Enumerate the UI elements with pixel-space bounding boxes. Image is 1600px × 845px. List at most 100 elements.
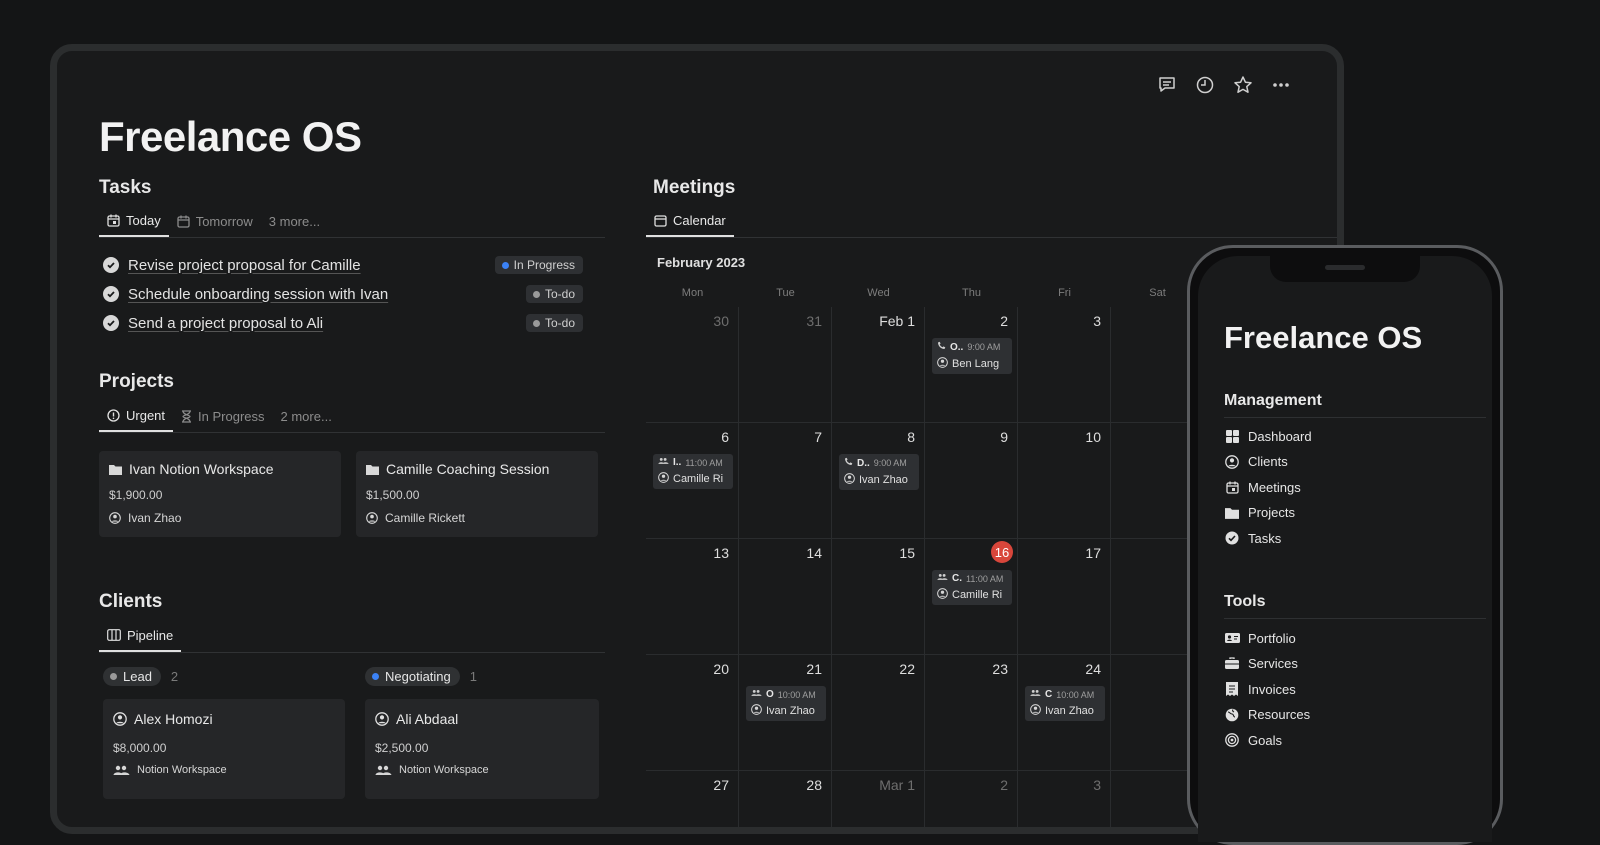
phone-nav-item-tasks[interactable]: Tasks xyxy=(1224,530,1281,546)
hourglass-icon xyxy=(182,409,192,423)
projects-heading[interactable]: Projects xyxy=(99,371,174,393)
tab-label: 2 more... xyxy=(280,408,332,424)
calendar-day-cell[interactable]: 8 D.. 9:00 AM Ivan Zhao xyxy=(832,423,925,539)
phone-nav-item-projects[interactable]: Projects xyxy=(1224,505,1295,521)
event-title: O.. xyxy=(950,341,964,353)
page-title: Freelance OS xyxy=(99,113,362,160)
star-icon[interactable] xyxy=(1233,75,1253,95)
check-circle-icon[interactable] xyxy=(103,315,119,331)
meetings-heading[interactable]: Meetings xyxy=(653,177,735,199)
calendar-event[interactable]: D.. 9:00 AM Ivan Zhao xyxy=(839,454,919,490)
day-number: 13 xyxy=(713,545,729,561)
tasks-heading[interactable]: Tasks xyxy=(99,177,151,199)
comment-icon[interactable] xyxy=(1157,75,1177,95)
phone-nav-item-meetings[interactable]: Meetings xyxy=(1224,479,1301,495)
client-name: Alex Homozi xyxy=(134,711,213,727)
calendar-day-cell[interactable]: 13 xyxy=(646,539,739,655)
task-title[interactable]: Send a project proposal to Ali xyxy=(128,315,323,332)
status-badge: To-do xyxy=(525,285,583,303)
calendar-day-cell[interactable]: 9 xyxy=(925,423,1018,539)
tab-pipeline[interactable]: Pipeline xyxy=(99,620,182,652)
calendar-day-cell[interactable]: 22 xyxy=(832,655,925,771)
calendar-day-cell[interactable]: 14 xyxy=(739,539,832,655)
event-time: 11:00 AM xyxy=(966,573,1004,584)
calendar-day-cell[interactable]: 21 O 10:00 AM Ivan Zhao xyxy=(739,655,832,771)
calendar-day-cell[interactable]: 28 xyxy=(739,771,832,827)
calendar-day-cell[interactable]: 10 xyxy=(1018,423,1111,539)
status-label: To-do xyxy=(544,316,575,330)
more-icon[interactable] xyxy=(1271,75,1291,95)
calendar-event[interactable]: C 10:00 AM Ivan Zhao xyxy=(1025,686,1105,721)
calendar-day-cell[interactable]: 30 xyxy=(646,307,739,423)
calendar-day-cell[interactable]: 2 xyxy=(925,771,1018,827)
clients-heading[interactable]: Clients xyxy=(99,591,162,613)
calendar-day-cell[interactable]: 24 C 10:00 AM Ivan Zhao xyxy=(1018,655,1111,771)
pipeline-group-negotiating[interactable]: Negotiating 1 xyxy=(365,667,477,686)
tab-tomorrow[interactable]: Tomorrow xyxy=(169,205,261,237)
event-title: C xyxy=(1045,689,1053,700)
event-title: I.. xyxy=(673,457,682,468)
tab-label: Tomorrow xyxy=(195,213,253,229)
event-title: C. xyxy=(952,573,962,584)
calendar-day-cell[interactable]: 6 I.. 11:00 AM Camille Ri xyxy=(646,423,739,539)
phone-nav-item-resources[interactable]: Resources xyxy=(1224,707,1310,723)
pipeline-group-lead[interactable]: Lead 2 xyxy=(103,667,178,686)
phone-page-title: Freelance OS xyxy=(1224,320,1423,355)
phone-mockup: Freelance OS Management Dashboard Clients… xyxy=(1187,245,1503,845)
calendar-day-cell[interactable]: 20 xyxy=(646,655,739,771)
client-card[interactable]: Ali Abdaal $2,500.00 Notion Workspace xyxy=(365,699,599,799)
project-card[interactable]: Camille Coaching Session $1,500.00 Camil… xyxy=(356,451,598,537)
task-row[interactable]: Revise project proposal for Camille In P… xyxy=(103,252,583,278)
calendar-event[interactable]: O 10:00 AM Ivan Zhao xyxy=(746,686,826,721)
tab-label: Today xyxy=(126,212,161,228)
calendar-day-cell[interactable]: 27 xyxy=(646,771,739,827)
calendar-day-cell[interactable]: 17 xyxy=(1018,539,1111,655)
phone-nav-item-invoices[interactable]: Invoices xyxy=(1224,681,1296,697)
task-title[interactable]: Schedule onboarding session with Ivan xyxy=(128,286,388,303)
status-badge: In Progress xyxy=(494,256,583,274)
calendar-day-cell[interactable]: Mar 1 xyxy=(832,771,925,827)
calendar-day-cell[interactable]: 31 xyxy=(739,307,832,423)
calendar-event[interactable]: O.. 9:00 AM Ben Lang xyxy=(932,338,1012,374)
phone-nav-item-portfolio[interactable]: Portfolio xyxy=(1224,630,1296,646)
calendar-event[interactable]: C. 11:00 AM Camille Ri xyxy=(932,570,1012,605)
calendar-day-cell[interactable]: 3 xyxy=(1018,771,1111,827)
calendar-day-cell[interactable]: Feb 1 xyxy=(832,307,925,423)
group-name: Lead xyxy=(123,669,152,684)
check-circle-icon[interactable] xyxy=(103,286,119,302)
event-time: 11:00 AM xyxy=(685,457,723,468)
person-icon xyxy=(751,704,762,718)
tab-more[interactable]: 3 more... xyxy=(261,205,328,237)
calendar-day-cell[interactable]: 7 xyxy=(739,423,832,539)
weekday-label: Fri xyxy=(1058,287,1071,299)
calendar-day-cell[interactable]: 16 C. 11:00 AM Camille Ri xyxy=(925,539,1018,655)
phone-nav-item-services[interactable]: Services xyxy=(1224,656,1298,672)
calendar-day-cell[interactable]: 23 xyxy=(925,655,1018,771)
tab-more[interactable]: 2 more... xyxy=(273,400,340,432)
group-count: 1 xyxy=(469,669,478,684)
tab-today[interactable]: Today xyxy=(99,205,169,237)
task-row[interactable]: Schedule onboarding session with Ivan To… xyxy=(103,281,583,307)
calendar-day-cell[interactable]: 15 xyxy=(832,539,925,655)
day-number: 17 xyxy=(1085,545,1101,561)
task-row[interactable]: Send a project proposal to Ali To-do xyxy=(103,310,583,336)
task-title[interactable]: Revise project proposal for Camille xyxy=(128,257,361,274)
calendar-day-cell[interactable]: 2 O.. 9:00 AM Ben Lang xyxy=(925,307,1018,423)
phone-nav-item-dashboard[interactable]: Dashboard xyxy=(1224,428,1312,444)
calendar-day-cell[interactable]: 3 xyxy=(1018,307,1111,423)
tab-in-progress[interactable]: In Progress xyxy=(173,400,272,432)
tab-urgent[interactable]: Urgent xyxy=(99,400,174,432)
client-card[interactable]: Alex Homozi $8,000.00 Notion Workspace xyxy=(103,699,345,799)
check-circle-icon[interactable] xyxy=(103,257,119,273)
phone-nav-item-clients[interactable]: Clients xyxy=(1224,454,1288,470)
phone-nav-item-goals[interactable]: Goals xyxy=(1224,732,1282,748)
nav-label: Projects xyxy=(1248,505,1295,520)
tasks-tabs: Today Tomorrow 3 more... xyxy=(99,206,605,238)
group-label: Negotiating xyxy=(365,667,460,686)
tab-calendar[interactable]: Calendar xyxy=(646,205,734,237)
calendar-event[interactable]: I.. 11:00 AM Camille Ri xyxy=(653,454,733,489)
group-label: Lead xyxy=(103,667,161,686)
person-icon xyxy=(113,712,127,726)
project-card[interactable]: Ivan Notion Workspace $1,900.00 Ivan Zha… xyxy=(99,451,341,537)
history-icon[interactable] xyxy=(1195,75,1215,95)
